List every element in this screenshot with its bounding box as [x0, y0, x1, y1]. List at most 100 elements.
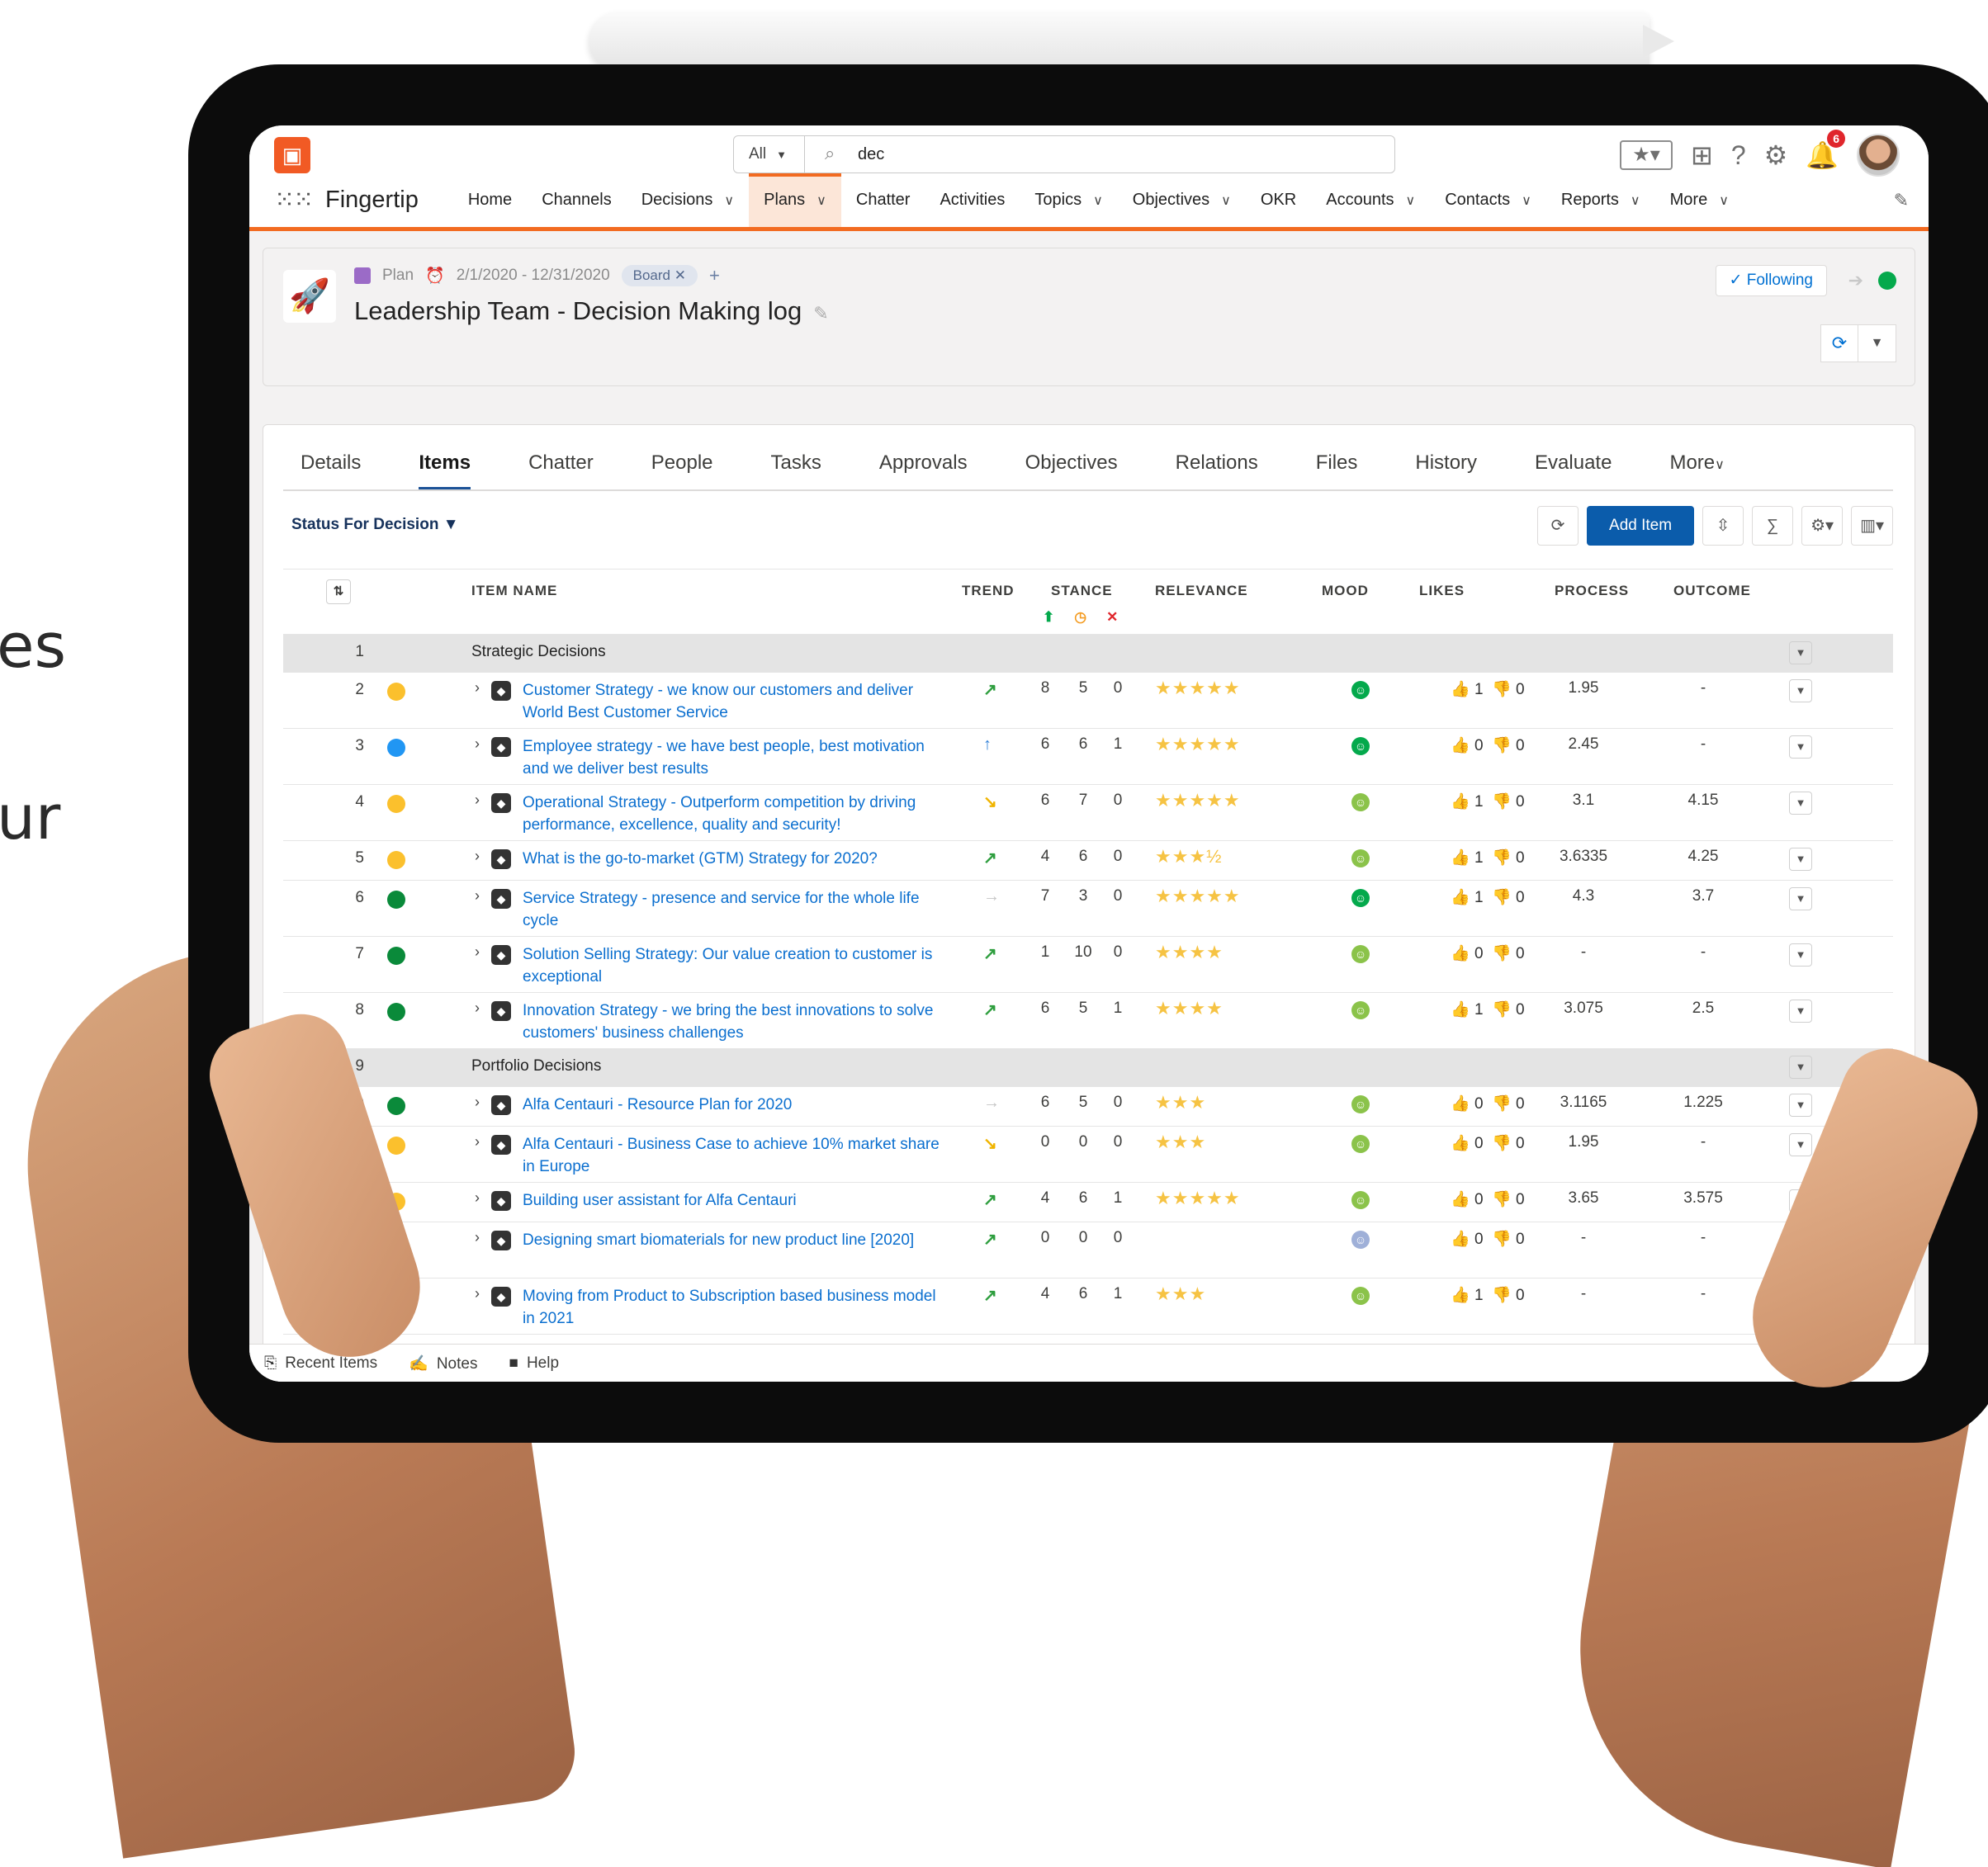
tab-relations[interactable]: Relations — [1176, 451, 1288, 489]
relevance-stars[interactable]: ★★★★ — [1155, 998, 1224, 1019]
nav-item-okr[interactable]: OKR — [1246, 173, 1311, 227]
gear-icon[interactable]: ⚙ — [1764, 139, 1788, 171]
nav-item-home[interactable]: Home — [453, 173, 527, 227]
item-name-link[interactable]: What is the go-to-market (GTM) Strategy … — [523, 848, 952, 870]
nav-item-activities[interactable]: Activities — [925, 173, 1020, 227]
column-view-dropdown[interactable]: ▥▾ — [1851, 506, 1893, 546]
row-menu-button[interactable]: ▼ — [1789, 1056, 1812, 1079]
row-menu-button[interactable]: ▼ — [1789, 1094, 1812, 1117]
chevron-down-icon[interactable]: ∨ — [1406, 194, 1416, 208]
notifications-bell-icon[interactable]: 🔔 6 — [1806, 130, 1846, 171]
nav-item-accounts[interactable]: Accounts ∨ — [1311, 173, 1430, 227]
relevance-stars[interactable]: ★★★★★ — [1155, 790, 1241, 811]
nav-item-topics[interactable]: Topics ∨ — [1020, 173, 1117, 227]
nav-item-decisions[interactable]: Decisions ∨ — [627, 173, 749, 227]
chevron-right-icon[interactable]: › — [475, 1133, 480, 1151]
chevron-right-icon[interactable]: › — [475, 848, 480, 865]
table-row[interactable]: 6 › ◆ Service Strategy - presence and servi… — [283, 881, 1893, 937]
thumbs-down-icon[interactable]: 👎 — [1492, 945, 1512, 962]
thumbs-up-icon[interactable]: 👍 — [1451, 889, 1470, 906]
thumbs-up-icon[interactable]: 👍 — [1451, 737, 1470, 754]
chevron-down-icon[interactable]: ∨ — [1093, 194, 1103, 208]
thumbs-up-icon[interactable]: 👍 — [1451, 1095, 1470, 1113]
tab-items[interactable]: Items — [419, 451, 471, 489]
thumbs-down-icon[interactable]: 👎 — [1492, 849, 1512, 867]
avatar[interactable] — [1857, 134, 1900, 177]
item-name-link[interactable]: Alfa Centauri - Business Case to achieve… — [523, 1133, 952, 1178]
chevron-right-icon[interactable]: › — [475, 1000, 480, 1017]
sum-icon[interactable]: ∑ — [1752, 506, 1794, 546]
item-name-link[interactable]: Alfa Centauri - Resource Plan for 2020 — [523, 1094, 952, 1116]
status-filter-dropdown[interactable]: Status For Decision ▼ — [291, 516, 459, 534]
row-menu-button[interactable]: ▼ — [1789, 641, 1812, 664]
chevron-right-icon[interactable]: › — [475, 887, 480, 905]
thumbs-down-icon[interactable]: 👎 — [1492, 1095, 1512, 1113]
app-launcher-icon[interactable]: ⁙⁙ — [274, 186, 314, 215]
chevron-down-icon[interactable]: ∨ — [816, 194, 826, 208]
expand-collapse-button[interactable]: ⇳ — [1702, 506, 1744, 546]
tab-files[interactable]: Files — [1316, 451, 1388, 489]
follow-button[interactable]: ✓ Following — [1715, 265, 1827, 296]
pencil-icon[interactable]: ✎ — [813, 303, 828, 324]
thumbs-up-icon[interactable]: 👍 — [1451, 1231, 1470, 1248]
col-stance[interactable]: STANCE — [1051, 583, 1113, 599]
chevron-right-icon[interactable]: › — [475, 1094, 480, 1111]
thumbs-down-icon[interactable]: 👎 — [1492, 1135, 1512, 1152]
table-row[interactable]: 4 › ◆ Operational Strategy - Outperform com… — [283, 785, 1893, 841]
help-button[interactable]: ■ Help — [509, 1354, 559, 1373]
col-outcome[interactable]: OUTCOME — [1673, 583, 1751, 599]
settings-gear-dropdown[interactable]: ⚙▾ — [1801, 506, 1844, 546]
chevron-right-icon[interactable]: › — [475, 1229, 480, 1246]
tab-history[interactable]: History — [1415, 451, 1507, 489]
item-name-link[interactable]: Designing smart biomaterials for new pro… — [523, 1229, 952, 1251]
refresh-list-button[interactable]: ⟳ — [1537, 506, 1579, 546]
item-name-link[interactable]: Innovation Strategy - we bring the best … — [523, 1000, 952, 1044]
tab-objectives[interactable]: Objectives — [1025, 451, 1148, 489]
tab-chatter[interactable]: Chatter — [528, 451, 623, 489]
add-item-button[interactable]: Add Item — [1587, 506, 1695, 546]
table-row[interactable]: 2 › ◆ Customer Strategy - we know our custo… — [283, 673, 1893, 729]
row-menu-button[interactable]: ▼ — [1789, 1133, 1812, 1156]
relevance-stars[interactable]: ★★★★★ — [1155, 1188, 1241, 1209]
col-mood[interactable]: MOOD — [1322, 583, 1369, 599]
chevron-right-icon[interactable]: › — [475, 679, 480, 697]
group-row[interactable]: 9 Portfolio Decisions ▼ — [283, 1049, 1893, 1087]
col-process[interactable]: PROCESS — [1555, 583, 1629, 599]
item-name-link[interactable]: Employee strategy - we have best people,… — [523, 735, 952, 780]
thumbs-down-icon[interactable]: 👎 — [1492, 1231, 1512, 1248]
tab-more[interactable]: More∨ — [1669, 451, 1754, 489]
col-relevance[interactable]: RELEVANCE — [1155, 583, 1248, 599]
chevron-right-icon[interactable]: › — [475, 1285, 480, 1302]
help-icon[interactable]: ? — [1731, 140, 1746, 171]
item-name-link[interactable]: Customer Strategy - we know our customer… — [523, 679, 952, 724]
tab-people[interactable]: People — [651, 451, 743, 489]
thumbs-up-icon[interactable]: 👍 — [1451, 1001, 1470, 1019]
relevance-stars[interactable]: ★★★★★ — [1155, 678, 1241, 699]
topic-pill[interactable]: Board ✕ — [621, 265, 698, 286]
chevron-down-icon[interactable]: ∨ — [1719, 194, 1729, 208]
recent-items-button[interactable]: ⎘ Recent Items — [264, 1354, 377, 1373]
table-row[interactable]: 13›◆Designing smart biomaterials for new… — [283, 1222, 1893, 1279]
table-row[interactable]: 1 4 › ◆ Moving from Product to Subscription … — [283, 1279, 1893, 1335]
nav-item-objectives[interactable]: Objectives ∨ — [1118, 173, 1246, 227]
edit-nav-icon[interactable]: ✎ — [1894, 190, 1909, 211]
tab-evaluate[interactable]: Evaluate — [1535, 451, 1641, 489]
thumbs-down-icon[interactable]: 👎 — [1492, 889, 1512, 906]
nav-item-contacts[interactable]: Contacts ∨ — [1430, 173, 1546, 227]
item-name-link[interactable]: Solution Selling Strategy: Our value cre… — [523, 943, 952, 988]
chevron-down-icon[interactable]: ∨ — [724, 194, 734, 208]
tab-tasks[interactable]: Tasks — [771, 451, 851, 489]
chevron-right-icon[interactable]: › — [475, 792, 480, 809]
thumbs-down-icon[interactable]: 👎 — [1492, 1001, 1512, 1019]
thumbs-up-icon[interactable]: 👍 — [1451, 1287, 1470, 1304]
row-menu-button[interactable]: ▼ — [1789, 848, 1812, 871]
row-menu-button[interactable]: ▼ — [1789, 1000, 1812, 1023]
table-row[interactable]: 8 › ◆ Innovation Strategy - we bring the be… — [283, 993, 1893, 1049]
item-name-link[interactable]: Operational Strategy - Outperform compet… — [523, 792, 952, 836]
row-menu-button[interactable]: ▼ — [1789, 887, 1812, 910]
relevance-stars[interactable]: ★★★★★ — [1155, 734, 1241, 755]
app-logo-icon[interactable]: ▣ — [274, 137, 310, 173]
row-menu-button[interactable]: ▼ — [1789, 943, 1812, 967]
more-actions-button[interactable]: ▼ — [1858, 324, 1896, 362]
thumbs-up-icon[interactable]: 👍 — [1451, 1191, 1470, 1208]
